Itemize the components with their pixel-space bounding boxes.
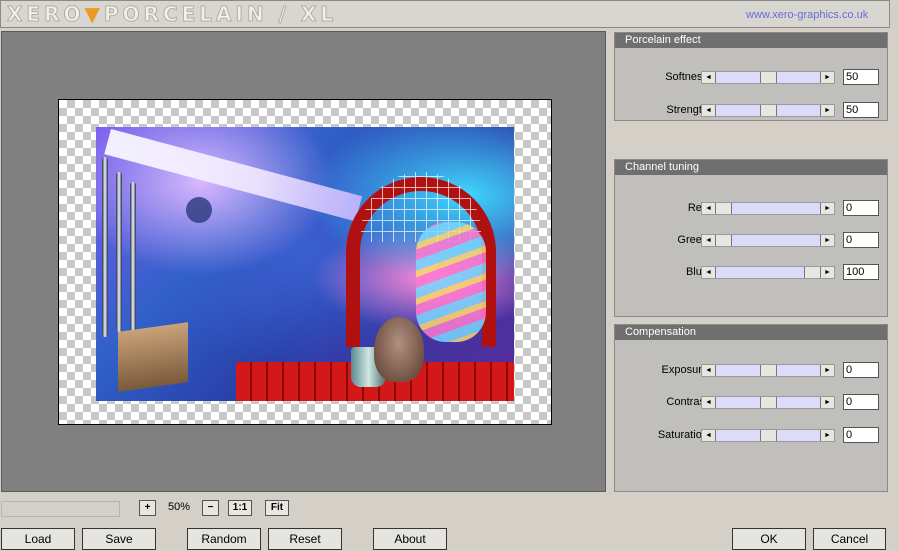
status-field: [1, 501, 120, 517]
arrow-right-icon[interactable]: ►: [820, 397, 834, 408]
channel-tuning-panel: Channel tuning Red ◄ ► Green ◄ ► Blue ◄ …: [614, 159, 888, 317]
green-row: Green ◄ ►: [615, 232, 887, 250]
arrow-left-icon[interactable]: ◄: [702, 267, 716, 278]
arrow-left-icon[interactable]: ◄: [702, 72, 716, 83]
slider-thumb[interactable]: [759, 397, 777, 408]
art-tube: [130, 182, 136, 332]
red-row: Red ◄ ►: [615, 200, 887, 218]
header-bar: XERO▼PORCELAIN / XL www.xero-graphics.co…: [0, 0, 890, 28]
random-button[interactable]: Random: [187, 528, 261, 550]
art-box: [118, 322, 188, 392]
fit-button[interactable]: Fit: [265, 500, 289, 516]
green-input[interactable]: [843, 232, 879, 248]
slider-thumb[interactable]: [759, 72, 777, 83]
blue-row: Blue ◄ ►: [615, 264, 887, 282]
app-logo: XERO▼PORCELAIN / XL: [6, 2, 338, 27]
compensation-panel: Compensation Exposure ◄ ► Contrast ◄ ► S…: [614, 324, 888, 492]
arrow-left-icon[interactable]: ◄: [702, 203, 716, 214]
panel-title: Compensation: [615, 325, 887, 340]
art-tube: [116, 172, 122, 332]
arrow-right-icon[interactable]: ►: [820, 105, 834, 116]
red-slider[interactable]: ◄ ►: [701, 202, 835, 215]
art-tube: [102, 157, 108, 337]
arrow-left-icon[interactable]: ◄: [702, 397, 716, 408]
preview-area[interactable]: [1, 31, 606, 492]
arrow-right-icon[interactable]: ►: [820, 235, 834, 246]
zoom-out-button[interactable]: −: [202, 500, 219, 516]
panel-title: Channel tuning: [615, 160, 887, 175]
panel-title: Porcelain effect: [615, 33, 887, 48]
website-link[interactable]: www.xero-graphics.co.uk: [746, 9, 868, 21]
porcelain-effect-panel: Porcelain effect Softness ◄ ► Strength ◄…: [614, 32, 888, 121]
contrast-slider[interactable]: ◄ ►: [701, 396, 835, 409]
strength-row: Strength ◄ ►: [615, 102, 887, 120]
saturation-input[interactable]: [843, 427, 879, 443]
slider-thumb[interactable]: [715, 203, 732, 214]
contrast-row: Contrast ◄ ►: [615, 394, 887, 412]
arrow-left-icon[interactable]: ◄: [702, 105, 716, 116]
preview-image: [96, 127, 514, 401]
slider-thumb[interactable]: [759, 105, 777, 116]
exposure-slider[interactable]: ◄ ►: [701, 364, 835, 377]
saturation-row: Saturation ◄ ►: [615, 427, 887, 445]
arrow-right-icon[interactable]: ►: [820, 430, 834, 441]
arrow-right-icon[interactable]: ►: [820, 267, 834, 278]
arrow-right-icon[interactable]: ►: [820, 203, 834, 214]
arrow-right-icon[interactable]: ►: [820, 365, 834, 376]
slider-thumb[interactable]: [759, 430, 777, 441]
slider-thumb[interactable]: [715, 235, 732, 246]
green-slider[interactable]: ◄ ►: [701, 234, 835, 247]
art-light-beam: [104, 129, 363, 222]
slider-thumb[interactable]: [759, 365, 777, 376]
reset-button[interactable]: Reset: [268, 528, 342, 550]
exposure-row: Exposure ◄ ►: [615, 362, 887, 380]
blue-input[interactable]: [843, 264, 879, 280]
contrast-input[interactable]: [843, 394, 879, 410]
arrow-right-icon[interactable]: ►: [820, 72, 834, 83]
softness-input[interactable]: [843, 69, 879, 85]
slider-thumb[interactable]: [804, 267, 821, 278]
actual-size-button[interactable]: 1:1: [228, 500, 252, 516]
saturation-slider[interactable]: ◄ ►: [701, 429, 835, 442]
zoom-in-button[interactable]: +: [139, 500, 156, 516]
ok-button[interactable]: OK: [732, 528, 806, 550]
softness-slider[interactable]: ◄ ►: [701, 71, 835, 84]
art-figure: [186, 197, 212, 223]
save-button[interactable]: Save: [82, 528, 156, 550]
logo-text-xero: XERO: [6, 2, 85, 27]
strength-input[interactable]: [843, 102, 879, 118]
logo-triangle-icon: ▼: [84, 2, 104, 26]
logo-text-porcelain: PORCELAIN / XL: [103, 2, 338, 27]
arrow-left-icon[interactable]: ◄: [702, 365, 716, 376]
blue-slider[interactable]: ◄ ►: [701, 266, 835, 279]
about-button[interactable]: About: [373, 528, 447, 550]
transparency-canvas: [58, 99, 552, 425]
exposure-input[interactable]: [843, 362, 879, 378]
load-button[interactable]: Load: [1, 528, 75, 550]
arrow-left-icon[interactable]: ◄: [702, 430, 716, 441]
softness-row: Softness ◄ ►: [615, 69, 887, 87]
strength-slider[interactable]: ◄ ►: [701, 104, 835, 117]
arrow-left-icon[interactable]: ◄: [702, 235, 716, 246]
cancel-button[interactable]: Cancel: [813, 528, 886, 550]
art-wave: [416, 222, 486, 342]
zoom-level: 50%: [168, 501, 191, 513]
art-mouse: [374, 317, 424, 382]
red-input[interactable]: [843, 200, 879, 216]
